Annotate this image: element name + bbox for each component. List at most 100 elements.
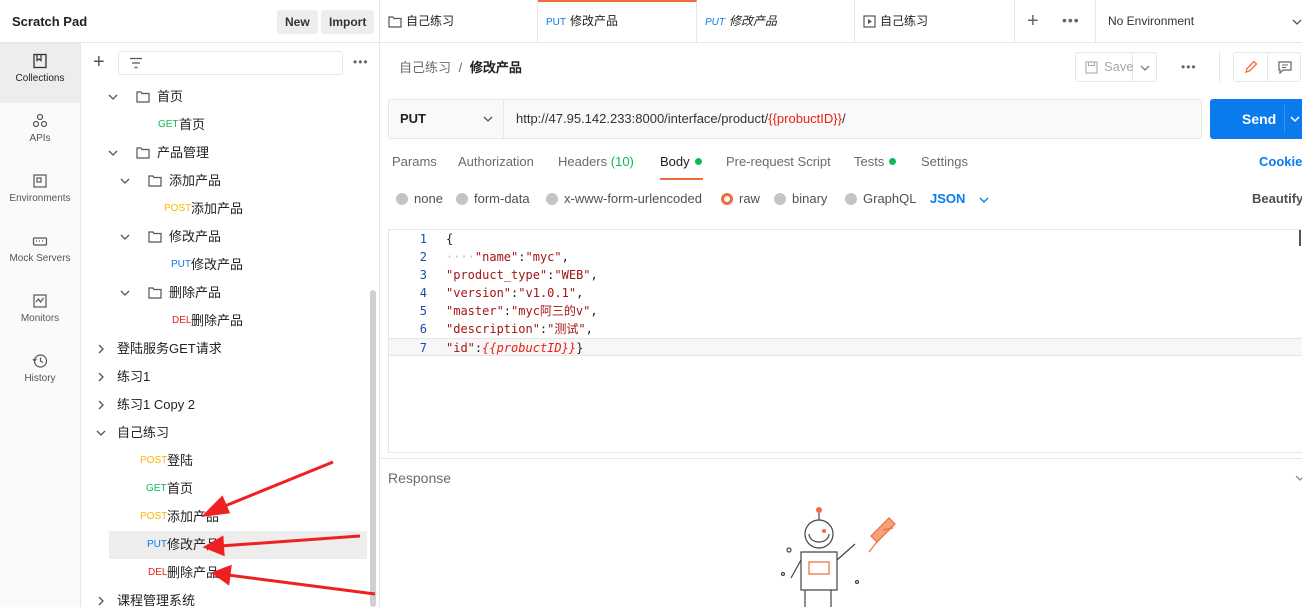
cookies-link[interactable]: Cookies [1259,151,1302,173]
tab-headers[interactable]: Headers (10) [558,151,634,173]
chevron-right-icon[interactable] [96,344,106,354]
tree-collection-item[interactable]: 登陆服务GET请求 [81,335,371,363]
method-select[interactable]: PUT [389,100,504,138]
comments-button[interactable] [1268,53,1302,81]
tree-folder-item[interactable]: 产品管理 [81,139,371,167]
left-nav: Collections APIs Environments Mock Serve… [0,43,81,607]
body-binary-option[interactable]: binary [774,188,827,210]
nav-label: History [24,373,56,384]
nav-mock-servers[interactable]: Mock Servers [0,223,80,283]
chevron-right-icon[interactable] [96,400,106,410]
mock-servers-icon [32,237,48,246]
breadcrumb-parent[interactable]: 自己练习 [399,60,451,75]
collections-sidebar: + ••• 首页 GET 首页 产品管理 添加产品 POST 添加产品 修改产品 PUT 修改产品… [81,43,380,607]
more-tabs-icon[interactable]: ••• [1062,12,1080,28]
tree-folder-item[interactable]: 添加产品 [81,167,371,195]
tree-collection-item[interactable]: 课程管理系统 [81,587,371,607]
breadcrumb-current[interactable]: 修改产品 [470,60,522,75]
chevron-down-icon [979,197,989,203]
tab-settings[interactable]: Settings [921,151,968,173]
chevron-down-icon[interactable] [1295,473,1302,483]
beautify-link[interactable]: Beautify [1252,188,1302,210]
tab-method: PUT [705,17,725,28]
tree-request-item[interactable]: POST 登陆 [81,447,371,475]
chevron-down-icon[interactable] [108,148,118,158]
line-number: 4 [419,286,427,300]
tab-title: 修改产品 [729,14,778,28]
body-code-editor[interactable]: 1{2 ····"name":"myc", 3 "product_type":"WEB… [388,229,1302,453]
body-type-options: none form-data x-www-form-urlencoded raw… [381,188,1302,218]
tab-body[interactable]: Body [660,151,702,173]
tree-request-item[interactable]: DEL 删除产品 [81,307,371,335]
new-button[interactable]: New [277,10,318,34]
body-graphql-option[interactable]: GraphQL [845,188,916,210]
json-punct: , [576,286,584,300]
chevron-down-icon[interactable] [1292,17,1302,27]
tests-indicator-dot [889,158,897,166]
nav-history[interactable]: History [0,343,80,403]
chevron-down-icon[interactable] [120,288,130,298]
tree-item-label: 首页 [179,117,206,132]
add-collection-icon[interactable]: + [93,52,105,72]
tab-put-preview[interactable]: PUT 修改产品 [697,0,855,43]
whitespace-marker: ···· [446,250,475,264]
tab-runner[interactable]: 自己练习 [855,0,1015,43]
body-format-select[interactable]: JSON [930,188,989,210]
nav-label: Environments [9,193,71,204]
nav-collections[interactable]: Collections [0,43,80,103]
json-value: "myc阿三的v" [511,304,591,318]
nav-environments[interactable]: Environments [0,163,80,223]
edit-button[interactable] [1234,53,1268,81]
tab-collection-1[interactable]: 自己练习 [380,0,538,43]
workspace-title[interactable]: Scratch Pad [12,14,87,29]
request-method-badge: GET [146,483,167,494]
chevron-down-icon[interactable] [96,428,106,438]
code-token: { [446,232,454,246]
radio-icon [774,192,786,205]
body-form-data-option[interactable]: form-data [456,188,530,210]
tree-folder-item[interactable]: 首页 [81,83,371,111]
body-urlencoded-option[interactable]: x-www-form-urlencoded [546,188,702,210]
url-input[interactable]: http://47.95.142.233:8000/interface/prod… [516,100,846,138]
tree-request-item[interactable]: POST 添加产品 [81,503,371,531]
headers-count: (10) [610,154,634,169]
nav-monitors[interactable]: Monitors [0,283,80,343]
tree-request-item[interactable]: POST 添加产品 [81,195,371,223]
sidebar-toolbar: + ••• [81,43,379,83]
body-raw-option[interactable]: raw [721,188,760,210]
tree-collection-item[interactable]: 自己练习 [81,419,371,447]
tree-request-item[interactable]: GET 首页 [81,475,371,503]
environment-select[interactable]: No Environment [1108,0,1194,43]
tree-request-item[interactable]: PUT 修改产品 [81,251,371,279]
tab-tests[interactable]: Tests [854,151,897,173]
chevron-down-icon[interactable] [108,92,118,102]
tree-request-item[interactable]: DEL 删除产品 [81,559,371,587]
send-button[interactable]: Send [1210,99,1302,139]
tab-params[interactable]: Params [392,151,437,173]
chevron-right-icon[interactable] [96,596,106,606]
save-dropdown[interactable] [1133,52,1157,82]
nav-apis[interactable]: APIs [0,103,80,163]
save-button[interactable]: Save [1075,52,1134,82]
json-punct: , [561,250,569,264]
request-more-icon[interactable]: ••• [1181,60,1197,74]
body-none-option[interactable]: none [396,188,443,210]
chevron-down-icon[interactable] [120,232,130,242]
more-options-icon[interactable]: ••• [353,55,369,69]
environments-icon [33,174,47,188]
tree-folder-item[interactable]: 删除产品 [81,279,371,307]
tab-authorization[interactable]: Authorization [458,151,534,173]
tree-request-item[interactable]: PUT 修改产品 [109,531,367,559]
tree-folder-item[interactable]: 修改产品 [81,223,371,251]
add-tab-icon[interactable]: + [1027,11,1039,31]
import-button[interactable]: Import [321,10,375,34]
filter-input[interactable] [118,51,343,75]
tree-collection-item[interactable]: 练习1 Copy 2 [81,391,371,419]
chevron-down-icon[interactable] [120,176,130,186]
chevron-right-icon[interactable] [96,372,106,382]
tree-collection-item[interactable]: 练习1 [81,363,371,391]
tree-request-item[interactable]: GET 首页 [81,111,371,139]
sidebar-scrollbar[interactable] [370,290,376,607]
tab-put-active[interactable]: PUT 修改产品 [538,0,697,43]
tab-prerequest-script[interactable]: Pre-request Script [726,151,831,173]
